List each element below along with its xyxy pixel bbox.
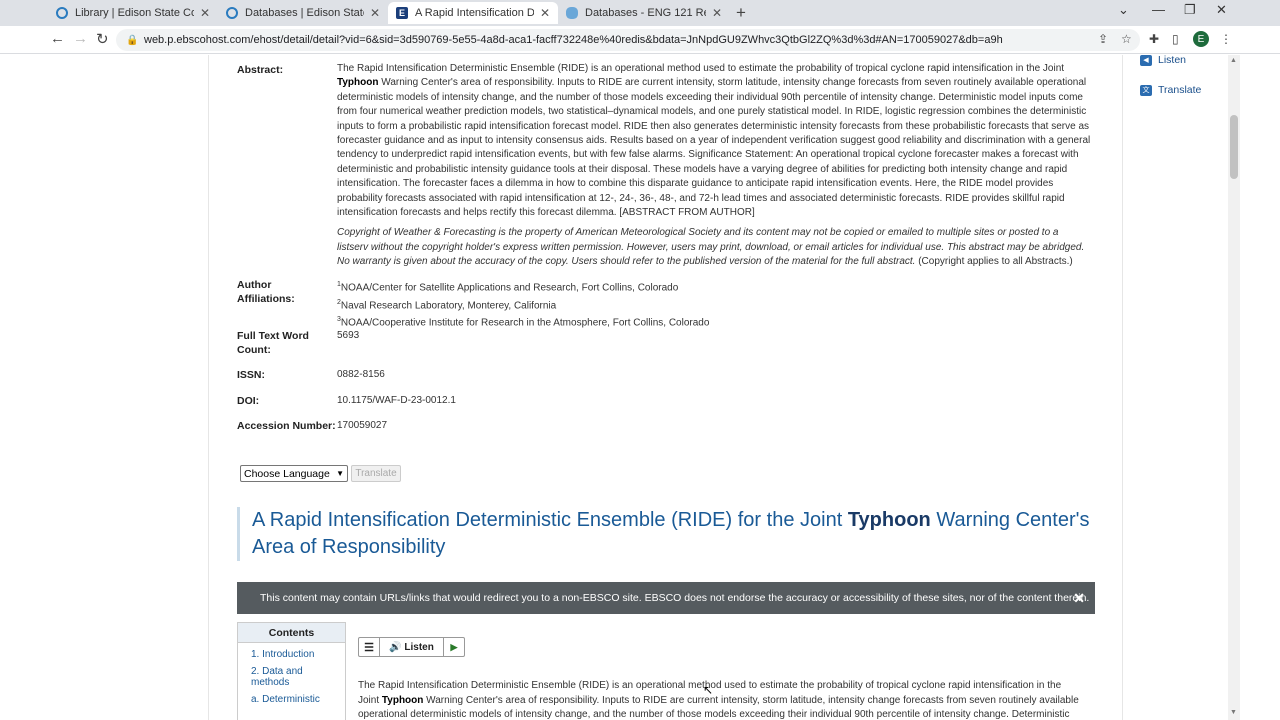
external-links-notice: This content may contain URLs/links that… — [237, 582, 1095, 614]
abstract-label: Abstract: — [237, 64, 284, 76]
cloud-icon — [566, 7, 578, 19]
scrollbar-thumb[interactable] — [1230, 115, 1238, 179]
contents-item-introduction[interactable]: 1. Introduction — [251, 649, 341, 660]
close-icon[interactable]: ✕ — [200, 6, 210, 20]
contents-panel: Contents 1. Introduction 2. Data and met… — [237, 622, 346, 720]
lock-icon: 🔒 — [126, 35, 139, 46]
abstract-text: The Rapid Intensification Deterministic … — [337, 62, 1091, 276]
page-scrollbar[interactable]: ▲ ▼ — [1228, 55, 1240, 720]
tab-databases[interactable]: Databases | Edison State Commu ✕ — [218, 2, 388, 24]
affiliation-item: 1NOAA/Center for Satellite Applications … — [337, 281, 679, 294]
speaker-icon: ◀ — [1140, 55, 1152, 66]
mouse-cursor-icon: ↖ — [703, 683, 714, 697]
issn-label: ISSN: — [237, 369, 266, 381]
issn-value: 0882-8156 — [337, 369, 385, 380]
chevron-down-icon: ▼ — [336, 469, 344, 478]
accession-value: 170059027 — [337, 420, 388, 431]
close-icon[interactable]: ✕ — [712, 6, 722, 20]
contents-item-deterministic[interactable]: a. Deterministic — [251, 694, 341, 705]
hamburger-menu-icon[interactable]: ☰ — [359, 638, 380, 656]
content-divider — [1122, 55, 1123, 720]
notice-text: This content may contain URLs/links that… — [260, 592, 1090, 604]
menu-kebab-icon[interactable]: ⋮ — [1220, 32, 1232, 46]
ebsco-logo-icon: E — [396, 7, 408, 19]
search-highlight: Typhoon — [337, 77, 379, 89]
listen-tool-link[interactable]: ◀ Listen — [1140, 55, 1186, 66]
search-highlight: Typhoon — [381, 694, 424, 706]
listen-button[interactable]: 🔊 Listen — [380, 642, 443, 653]
doi-value: 10.1175/WAF-D-23-0012.1 — [337, 395, 456, 406]
word-count-value: 5693 — [337, 330, 360, 341]
listen-player: ☰ 🔊 Listen ▶ — [358, 637, 465, 657]
tab-eng121[interactable]: Databases - ENG 121 Research N ✕ — [558, 2, 730, 24]
tab-title: A Rapid Intensification Determin — [415, 7, 534, 19]
side-panel-icon[interactable]: ▯ — [1172, 32, 1179, 46]
translate-button[interactable]: Translate — [351, 465, 401, 482]
affiliation-item: 2Naval Research Laboratory, Monterey, Ca… — [337, 298, 557, 312]
tab-title: Library | Edison State Community — [75, 7, 194, 19]
new-tab-button[interactable]: + — [736, 3, 746, 23]
minimize-button[interactable]: — — [1152, 2, 1165, 17]
doi-label: DOI: — [237, 395, 260, 407]
reload-button[interactable]: ↻ — [96, 30, 109, 48]
browser-toolbar: ← → ↻ 🔒 web.p.ebscohost.com/ehost/detail… — [0, 26, 1280, 54]
contents-header: Contents — [238, 623, 345, 643]
close-icon[interactable]: ✕ — [1073, 590, 1085, 607]
extensions-icon[interactable]: ✚ — [1149, 32, 1159, 46]
back-button[interactable]: ← — [50, 30, 65, 47]
contents-item-data-methods[interactable]: 2. Data and methods — [251, 666, 341, 688]
scroll-up-icon[interactable]: ▲ — [1230, 57, 1237, 64]
page-content: ◀ Listen 文 Translate Abstract: The Rapid… — [40, 55, 1228, 720]
tab-library[interactable]: Library | Edison State Community ✕ — [48, 2, 218, 24]
translate-icon: 文 — [1140, 84, 1152, 96]
address-bar[interactable]: 🔒 web.p.ebscohost.com/ehost/detail/detai… — [116, 29, 1140, 51]
search-highlight: Typhoon — [847, 509, 931, 531]
language-select[interactable]: Choose Language ▼ — [240, 465, 348, 482]
close-window-button[interactable]: ✕ — [1216, 2, 1227, 18]
close-icon[interactable]: ✕ — [540, 6, 550, 20]
play-icon[interactable]: ▶ — [443, 638, 464, 656]
translate-tool-link[interactable]: 文 Translate — [1140, 84, 1201, 96]
word-count-label: Full Text Word Count: — [237, 330, 309, 356]
share-icon[interactable]: ⇪ — [1098, 32, 1108, 46]
listen-tool-label: Listen — [1158, 55, 1187, 66]
tab-title: Databases - ENG 121 Research N — [585, 7, 706, 19]
edison-logo-icon — [226, 7, 238, 19]
translate-tool-label: Translate — [1158, 84, 1202, 96]
bookmark-star-icon[interactable]: ☆ — [1121, 32, 1132, 46]
article-body-text: The Rapid Intensification Deterministic … — [358, 680, 1079, 720]
copyright-statement: Copyright of Weather & Forecasting is th… — [337, 227, 1085, 268]
accession-label: Accession Number: — [237, 420, 336, 432]
affiliations-label: Author Affiliations: — [237, 279, 295, 305]
browser-tab-bar: Library | Edison State Community ✕ Datab… — [0, 0, 1280, 26]
abstract-paragraph: The Rapid Intensification Deterministic … — [337, 63, 1091, 219]
close-icon[interactable]: ✕ — [370, 6, 380, 20]
article-title: A Rapid Intensification Deterministic En… — [237, 507, 1097, 561]
tab-search-icon[interactable]: ⌄ — [1118, 2, 1129, 18]
edison-logo-icon — [56, 7, 68, 19]
restore-button[interactable]: ❐ — [1184, 2, 1196, 18]
profile-avatar[interactable]: E — [1193, 31, 1209, 47]
tab-title: Databases | Edison State Commu — [245, 7, 364, 19]
tab-article[interactable]: E A Rapid Intensification Determin ✕ — [388, 2, 558, 24]
url-text: web.p.ebscohost.com/ehost/detail/detail?… — [144, 34, 1003, 46]
language-select-value: Choose Language — [244, 467, 330, 480]
content-divider — [208, 55, 209, 720]
scroll-down-icon[interactable]: ▼ — [1230, 709, 1237, 716]
affiliations-list: 1NOAA/Center for Satellite Applications … — [337, 278, 1091, 331]
forward-button[interactable]: → — [73, 30, 88, 47]
